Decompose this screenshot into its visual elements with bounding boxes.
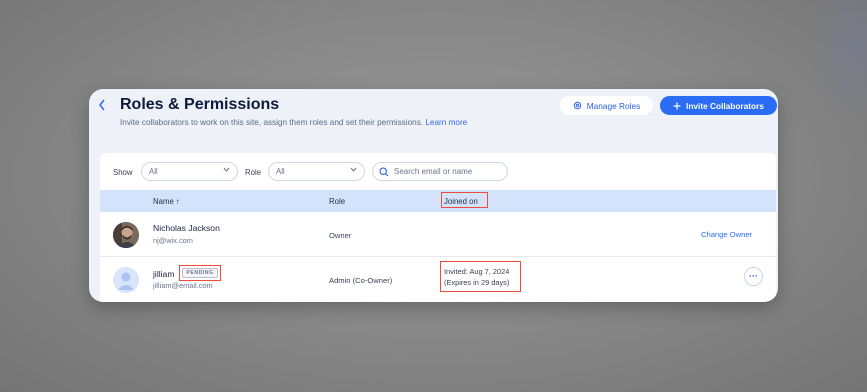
role-filter-select[interactable]: All bbox=[268, 162, 365, 181]
column-role[interactable]: Role bbox=[329, 197, 345, 206]
invitation-status: Invited: Aug 7, 2024 (Expires in 29 days… bbox=[440, 261, 521, 292]
table-header: Name ↑ Role Joined on bbox=[100, 190, 776, 212]
show-filter-label: Show bbox=[113, 168, 133, 177]
column-joined-on-label: Joined on bbox=[444, 197, 478, 206]
role-filter-value: All bbox=[276, 167, 285, 176]
table-row: Nicholas Jackson nj@wix.com Owner Change… bbox=[100, 212, 776, 257]
table-row: jilliam PENDING jilliam@email.com Admin … bbox=[100, 257, 776, 302]
collaborator-role: Owner bbox=[329, 231, 352, 240]
dialog-header: Roles & Permissions Invite collaborators… bbox=[89, 89, 778, 153]
subtitle-text: Invite collaborators to work on this sit… bbox=[120, 118, 424, 127]
page-subtitle: Invite collaborators to work on this sit… bbox=[120, 118, 467, 127]
search-input[interactable] bbox=[394, 167, 499, 176]
column-name[interactable]: Name ↑ bbox=[153, 197, 180, 206]
invite-expiry: (Expires in 29 days) bbox=[444, 278, 510, 287]
chevron-down-icon bbox=[350, 167, 357, 174]
more-dots-icon: ··· bbox=[749, 271, 758, 281]
learn-more-link[interactable]: Learn more bbox=[425, 118, 467, 127]
manage-roles-label: Manage Roles bbox=[586, 100, 641, 111]
collaborator-email: nj@wix.com bbox=[153, 236, 193, 245]
collaborator-name: Nicholas Jackson bbox=[153, 223, 220, 233]
collaborators-panel: Show All Role All Search email or name N… bbox=[100, 153, 776, 302]
show-filter-select[interactable]: All bbox=[141, 162, 238, 181]
invite-collaborators-label: Invite Collaborators bbox=[686, 100, 764, 111]
gear-icon bbox=[573, 101, 581, 110]
background-blur bbox=[807, 0, 867, 120]
user-icon bbox=[118, 272, 134, 290]
status-badge: PENDING bbox=[182, 268, 218, 278]
chevron-down-icon bbox=[223, 167, 230, 174]
roles-permissions-dialog: Roles & Permissions Invite collaborators… bbox=[89, 89, 778, 302]
collaborator-name: jilliam bbox=[153, 269, 175, 279]
more-actions-button[interactable]: ··· bbox=[744, 267, 763, 286]
search-icon bbox=[379, 166, 389, 176]
show-filter-value: All bbox=[149, 167, 158, 176]
avatar bbox=[113, 267, 139, 293]
avatar bbox=[113, 222, 139, 248]
invited-date: Invited: Aug 7, 2024 bbox=[444, 267, 510, 276]
search-field[interactable] bbox=[372, 162, 508, 181]
collaborator-email: jilliam@email.com bbox=[153, 281, 213, 290]
manage-roles-button[interactable]: Manage Roles bbox=[560, 96, 653, 115]
collaborator-role: Admin (Co-Owner) bbox=[329, 276, 393, 285]
role-filter-label: Role bbox=[245, 168, 262, 177]
back-button[interactable] bbox=[98, 99, 110, 113]
invite-collaborators-button[interactable]: Invite Collaborators bbox=[660, 96, 777, 115]
pending-badge-highlight: PENDING bbox=[179, 265, 221, 281]
plus-icon bbox=[673, 102, 681, 109]
chevron-left-icon bbox=[98, 99, 105, 111]
page-title: Roles & Permissions bbox=[120, 96, 280, 113]
filter-bar: Show All Role All bbox=[100, 153, 776, 190]
change-owner-link[interactable]: Change Owner bbox=[701, 230, 752, 239]
column-joined-on[interactable]: Joined on bbox=[441, 192, 488, 208]
